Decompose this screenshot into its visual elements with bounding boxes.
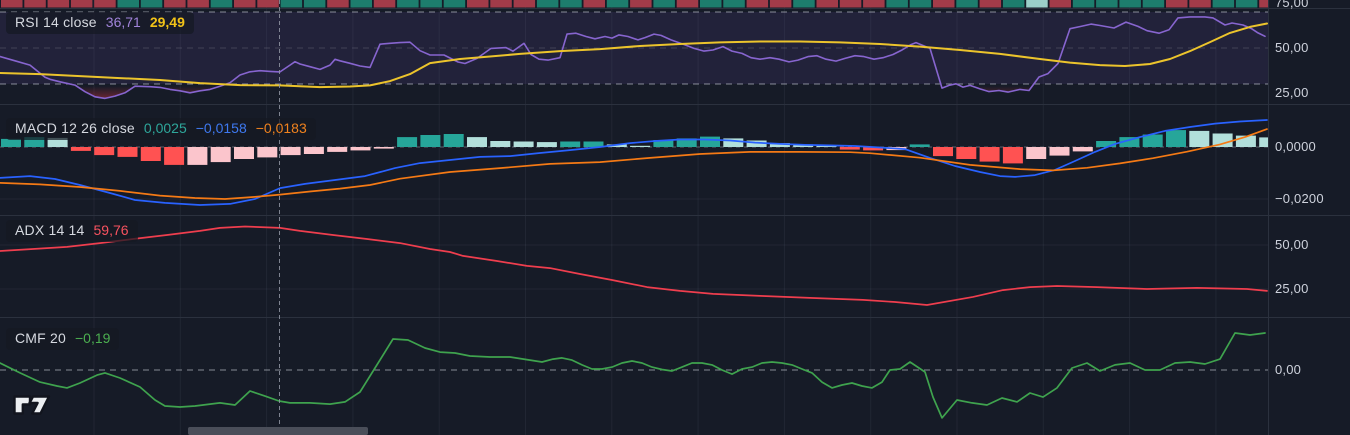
rsi-oversold-fill	[70, 84, 1034, 99]
axis-price-label: 25,00	[1275, 281, 1309, 296]
indicator-chart[interactable]	[0, 0, 1350, 435]
axis-price-label: 50,00	[1275, 40, 1309, 55]
axis-price-label: 0,00	[1275, 362, 1302, 377]
indicator-value: 36,71	[105, 14, 141, 30]
axis-price-label: 75,00	[1275, 0, 1309, 10]
price-candle-strip	[1, 0, 1268, 8]
tradingview-logo[interactable]	[12, 387, 52, 419]
indicator-title: CMF 20	[15, 330, 66, 346]
indicator-value: 29,49	[149, 14, 185, 30]
pane-separator-handle[interactable]	[188, 427, 368, 435]
axis-price-label: −0,0200	[1275, 191, 1324, 206]
indicator-legend-rsi[interactable]: RSI 14 close 36,71 29,49	[6, 12, 194, 34]
indicator-value: 59,76	[93, 222, 129, 238]
indicator-value: −0,0183	[255, 120, 307, 136]
indicator-title: MACD 12 26 close	[15, 120, 135, 136]
indicator-values: −0,19	[75, 330, 110, 347]
indicator-title: ADX 14 14	[15, 222, 85, 238]
axis-price-label: 50,00	[1275, 237, 1309, 252]
indicator-title: RSI 14 close	[15, 14, 97, 30]
indicator-value: 0,0025	[143, 120, 187, 136]
indicator-value: −0,19	[75, 330, 111, 346]
cmf-line	[0, 332, 1266, 419]
indicator-values: 0,0025 −0,0158 −0,0183	[144, 120, 307, 137]
adx-line	[0, 225, 1268, 306]
indicator-legend-macd[interactable]: MACD 12 26 close 0,0025 −0,0158 −0,0183	[6, 118, 316, 140]
axis-price-label: 25,00	[1275, 85, 1309, 100]
indicator-legend-adx[interactable]: ADX 14 14 59,76	[6, 220, 138, 242]
axis-price-label: 0,0000	[1275, 139, 1316, 154]
indicator-legend-cmf[interactable]: CMF 20 −0,19	[6, 328, 120, 350]
indicator-value: −0,0158	[195, 120, 247, 136]
indicator-values: 59,76	[94, 222, 129, 239]
indicator-values: 36,71 29,49	[106, 14, 185, 31]
